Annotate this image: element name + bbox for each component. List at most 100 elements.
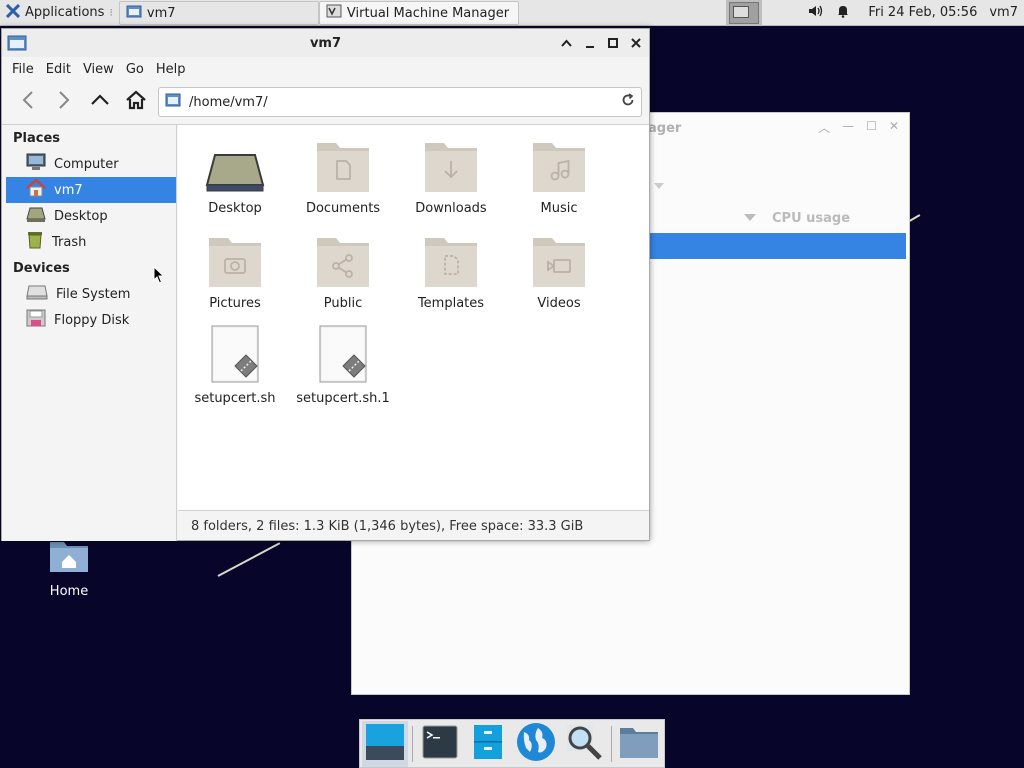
- dock-file-manager-cabinet[interactable]: [465, 721, 511, 767]
- chevron-up-icon: [91, 94, 109, 110]
- location-path[interactable]: /home/vm7/: [189, 95, 613, 110]
- sidebar-item-floppy-disk[interactable]: Floppy Disk: [6, 307, 176, 333]
- file-item-downloads[interactable]: Downloads: [399, 137, 503, 216]
- dock-app-finder[interactable]: [561, 721, 607, 767]
- dock-folder[interactable]: [616, 721, 662, 767]
- file-item-label: Videos: [537, 296, 581, 311]
- sidebar-section-devices: Devices: [13, 261, 70, 276]
- volume-button[interactable]: [802, 0, 830, 26]
- top-panel: Applications ⁝ vm7 Virtual Machine Manag…: [0, 0, 1024, 26]
- file-item-label: Desktop: [208, 201, 262, 216]
- desktop-folder-icon: [205, 151, 265, 197]
- sidebar-item-file-system[interactable]: File System: [6, 281, 176, 307]
- chevron-right-icon: [58, 91, 70, 113]
- home-icon: [26, 178, 46, 201]
- file-item-label: setupcert.sh.1: [296, 391, 390, 406]
- file-item-label: Templates: [417, 296, 485, 311]
- notifications-button[interactable]: [830, 0, 856, 26]
- sidebar-section-places: Places: [13, 131, 61, 146]
- location-bar[interactable]: /home/vm7/: [158, 87, 642, 117]
- maximize-icon[interactable]: [605, 35, 620, 50]
- file-item-public[interactable]: Public: [291, 232, 395, 311]
- file-manager-window[interactable]: vm7 File Edit View Go Help /home/vm7/ Pl…: [1, 28, 650, 541]
- back-button[interactable]: [10, 84, 46, 120]
- desktop-home-icon[interactable]: Home: [38, 538, 100, 599]
- file-item-desktop[interactable]: Desktop: [183, 137, 287, 216]
- file-item-videos[interactable]: Videos: [507, 232, 611, 311]
- chevron-down-icon[interactable]: [654, 183, 664, 189]
- task-label: vm7: [146, 5, 176, 21]
- dock-terminal[interactable]: [417, 721, 463, 767]
- downloads-folder-icon: [424, 141, 478, 197]
- menu-separator-icon: ⁝: [109, 6, 113, 19]
- dock-web-browser[interactable]: [513, 721, 559, 767]
- dock: [359, 719, 665, 768]
- xfce-logo-icon: [5, 3, 21, 22]
- sidebar-item-label: Trash: [52, 234, 87, 250]
- terminal-icon: [422, 725, 458, 763]
- task-vm7[interactable]: vm7: [118, 1, 319, 25]
- file-item-templates[interactable]: Templates: [399, 232, 503, 311]
- menu-view[interactable]: View: [77, 62, 120, 77]
- file-item-pictures[interactable]: Pictures: [183, 232, 287, 311]
- videos-folder-icon: [532, 236, 586, 292]
- chevron-up-icon[interactable]: [559, 35, 574, 50]
- computer-icon: [26, 153, 46, 175]
- sidebar-item-desktop[interactable]: Desktop: [6, 203, 176, 229]
- magnifier-icon: [565, 723, 603, 765]
- script-file-icon: [318, 325, 368, 387]
- menu-file[interactable]: File: [6, 62, 40, 77]
- window-body: Places Computer vm7 Desktop Trash Device…: [2, 124, 649, 541]
- dock-show-desktop[interactable]: [362, 720, 408, 767]
- column-header-cpu-usage[interactable]: CPU usage: [772, 211, 850, 226]
- globe-icon: [516, 722, 556, 766]
- file-item-label: setupcert.sh: [194, 391, 276, 406]
- floppy-icon: [26, 309, 46, 331]
- chevron-up-icon[interactable]: ︿: [818, 119, 830, 136]
- forward-button[interactable]: [46, 84, 82, 120]
- home-folder-icon: [48, 542, 90, 578]
- close-icon[interactable]: ✕: [889, 119, 899, 136]
- folder-icon: [7, 35, 27, 55]
- sidebar-item-vm7[interactable]: vm7: [6, 177, 176, 203]
- sort-arrow-icon: [744, 214, 756, 221]
- maximize-icon[interactable]: ☐: [866, 119, 877, 136]
- pictures-folder-icon: [208, 236, 262, 292]
- workspace-1[interactable]: [729, 1, 760, 24]
- file-item-documents[interactable]: Documents: [291, 137, 395, 216]
- window-titlebar[interactable]: vm7: [2, 29, 649, 57]
- selected-vm-row[interactable]: [648, 233, 906, 259]
- script-file-icon: [210, 325, 260, 387]
- folder-icon: [619, 725, 659, 763]
- trash-icon: [26, 231, 44, 253]
- menubar: File Edit View Go Help: [2, 57, 649, 81]
- task-virtual-machine-manager[interactable]: Virtual Machine Manager: [318, 1, 519, 25]
- minimize-icon[interactable]: —: [842, 119, 854, 136]
- menu-go[interactable]: Go: [120, 62, 150, 77]
- file-icon-view[interactable]: Desktop Documents Downloads Music Pictur…: [178, 125, 649, 510]
- workspace-switcher[interactable]: [726, 0, 763, 26]
- menu-help[interactable]: Help: [150, 62, 192, 77]
- reload-icon[interactable]: [621, 93, 635, 111]
- task-label: Virtual Machine Manager: [346, 5, 510, 21]
- sidebar-item-trash[interactable]: Trash: [6, 229, 176, 255]
- parent-folder-button[interactable]: [82, 84, 118, 120]
- desktop-wallpaper-line: [217, 542, 281, 577]
- show-desktop-icon: [365, 722, 405, 766]
- menu-edit[interactable]: Edit: [40, 62, 77, 77]
- file-item-label: Public: [323, 296, 363, 311]
- file-item-label: Pictures: [209, 296, 261, 311]
- home-button[interactable]: [118, 84, 154, 120]
- file-item-music[interactable]: Music: [507, 137, 611, 216]
- sidebar-item-computer[interactable]: Computer: [6, 151, 176, 177]
- minimize-icon[interactable]: [582, 35, 597, 50]
- file-item-setupcert-sh-1[interactable]: setupcert.sh.1: [291, 325, 395, 406]
- user-menu[interactable]: vm7: [983, 0, 1024, 26]
- applications-menu-button[interactable]: Applications ⁝: [0, 0, 119, 26]
- clock[interactable]: Fri 24 Feb, 05:56: [862, 0, 983, 26]
- window-controls: [559, 35, 643, 50]
- bell-icon: [836, 4, 850, 22]
- file-item-setupcert-sh[interactable]: setupcert.sh: [183, 325, 287, 406]
- close-icon[interactable]: [628, 35, 643, 50]
- sidebar-item-label: Floppy Disk: [54, 312, 130, 328]
